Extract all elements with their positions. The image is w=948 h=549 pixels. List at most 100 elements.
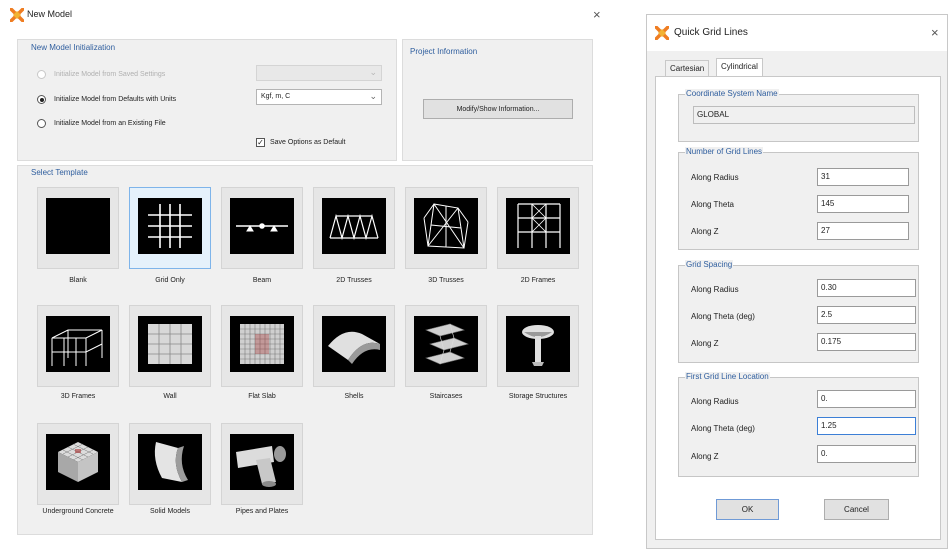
save-as-default-checkbox[interactable]: ✓ Save Options as Default xyxy=(256,138,346,147)
saved-settings-select: ⌄ xyxy=(256,65,382,81)
template-shells[interactable] xyxy=(313,305,395,387)
tab-label: Cartesian xyxy=(670,64,705,73)
initialization-section-title: New Model Initialization xyxy=(31,43,116,52)
window-title: New Model xyxy=(27,9,73,19)
input-value: 0. xyxy=(821,449,828,458)
3d-trusses-template-icon xyxy=(414,198,478,254)
radio-init-saved-settings[interactable]: Initialize Model from Saved Settings xyxy=(37,70,165,79)
template-grid-only[interactable] xyxy=(129,187,211,269)
close-button[interactable]: × xyxy=(593,8,601,21)
template-3d-frames[interactable] xyxy=(37,305,119,387)
spacing-along-theta-input[interactable]: 2.5 xyxy=(817,306,916,324)
input-value: 2.5 xyxy=(821,310,833,319)
close-button[interactable]: × xyxy=(931,26,939,39)
template-flat-slab[interactable] xyxy=(221,305,303,387)
template-label: Grid Only xyxy=(155,277,185,284)
radio-circle xyxy=(37,119,46,128)
window-title: Quick Grid Lines xyxy=(674,27,748,38)
field-label: Along Theta xyxy=(691,200,734,209)
number-along-theta-input[interactable]: 145 xyxy=(817,195,909,213)
template-beam[interactable] xyxy=(221,187,303,269)
solid-models-template-icon xyxy=(138,434,202,490)
ok-button[interactable]: OK xyxy=(716,499,779,520)
template-label: Solid Models xyxy=(149,508,191,515)
template-wall[interactable] xyxy=(129,305,211,387)
3d-frames-template-icon xyxy=(46,316,110,372)
first-along-theta-input[interactable]: 1.25 xyxy=(817,417,916,435)
radio-circle xyxy=(37,70,46,79)
button-label: OK xyxy=(741,505,754,514)
app-logo-icon xyxy=(10,8,24,22)
template-staircases[interactable] xyxy=(405,305,487,387)
chevron-down-icon: ⌄ xyxy=(369,67,377,77)
new-model-window: New Model × New Model Initialization Ini… xyxy=(0,0,615,549)
group-title: Coordinate System Name xyxy=(685,89,779,98)
units-select[interactable]: Kgf, m, C ⌄ xyxy=(256,89,382,105)
input-value: 1.25 xyxy=(821,421,837,430)
template-label: Shells xyxy=(344,393,364,400)
template-2d-trusses[interactable] xyxy=(313,187,395,269)
units-value: Kgf, m, C xyxy=(261,93,291,100)
blank-template-icon xyxy=(46,198,110,254)
input-value: 27 xyxy=(821,226,830,235)
field-label: Along Theta (deg) xyxy=(691,312,755,321)
template-label: 3D Trusses xyxy=(428,277,464,284)
number-along-radius-input[interactable]: 31 xyxy=(817,168,909,186)
input-value: 0.30 xyxy=(821,283,837,292)
underground-concrete-template-icon xyxy=(46,434,110,490)
tab-cylindrical[interactable]: Cylindrical xyxy=(716,58,763,77)
spacing-along-z-input[interactable]: 0.175 xyxy=(817,333,916,351)
2d-frames-template-icon xyxy=(506,198,570,254)
input-value: 145 xyxy=(821,199,835,208)
checkbox-label: Save Options as Default xyxy=(270,139,346,146)
template-label: Staircases xyxy=(429,393,463,400)
input-value: 31 xyxy=(821,172,830,181)
radio-init-existing-file[interactable]: Initialize Model from an Existing File xyxy=(37,119,166,128)
modify-show-information-button[interactable]: Modify/Show Information... xyxy=(423,99,573,119)
template-underground-concrete[interactable] xyxy=(37,423,119,505)
group-title: Number of Grid Lines xyxy=(685,147,764,156)
field-label: Along Theta (deg) xyxy=(691,424,755,433)
tab-label: Cylindrical xyxy=(721,62,758,71)
first-along-radius-input[interactable]: 0. xyxy=(817,390,916,408)
template-label: Blank xyxy=(69,277,87,284)
staircases-template-icon xyxy=(414,316,478,372)
group-title: Grid Spacing xyxy=(685,260,734,269)
number-along-z-input[interactable]: 27 xyxy=(817,222,909,240)
checkbox-checked-icon: ✓ xyxy=(256,138,265,147)
storage-structures-template-icon xyxy=(506,316,570,372)
radio-circle xyxy=(37,95,46,104)
field-value: GLOBAL xyxy=(697,110,730,119)
spacing-along-radius-input[interactable]: 0.30 xyxy=(817,279,916,297)
template-2d-frames[interactable] xyxy=(497,187,579,269)
quick-grid-lines-window: Quick Grid Lines × Cartesian Cylindrical… xyxy=(646,14,948,549)
template-label: Flat Slab xyxy=(248,393,276,400)
flat-slab-template-icon xyxy=(230,316,294,372)
pipes-and-plates-template-icon xyxy=(230,434,294,490)
tab-cartesian[interactable]: Cartesian xyxy=(665,60,710,77)
template-storage-structures[interactable] xyxy=(497,305,579,387)
shells-template-icon xyxy=(322,316,386,372)
group-title: First Grid Line Location xyxy=(685,372,770,381)
chevron-down-icon: ⌄ xyxy=(369,91,377,101)
input-value: 0.175 xyxy=(821,337,842,346)
template-label: Underground Concrete xyxy=(42,508,114,515)
field-label: Along Z xyxy=(691,452,719,461)
template-label: Wall xyxy=(163,393,177,400)
radio-init-defaults[interactable]: Initialize Model from Defaults with Unit… xyxy=(37,95,176,104)
radio-label: Initialize Model from Defaults with Unit… xyxy=(54,96,177,103)
field-label: Along Radius xyxy=(691,397,739,406)
template-blank[interactable] xyxy=(37,187,119,269)
cancel-button[interactable]: Cancel xyxy=(824,499,889,520)
radio-label: Initialize Model from Saved Settings xyxy=(54,71,166,78)
wall-template-icon xyxy=(138,316,202,372)
input-value: 0. xyxy=(821,394,828,403)
template-solid-models[interactable] xyxy=(129,423,211,505)
template-label: 2D Trusses xyxy=(336,277,372,284)
template-pipes-and-plates[interactable] xyxy=(221,423,303,505)
field-label: Along Z xyxy=(691,227,719,236)
grid-only-template-icon xyxy=(138,198,202,254)
first-along-z-input[interactable]: 0. xyxy=(817,445,916,463)
template-3d-trusses[interactable] xyxy=(405,187,487,269)
template-label: 2D Frames xyxy=(520,277,556,284)
